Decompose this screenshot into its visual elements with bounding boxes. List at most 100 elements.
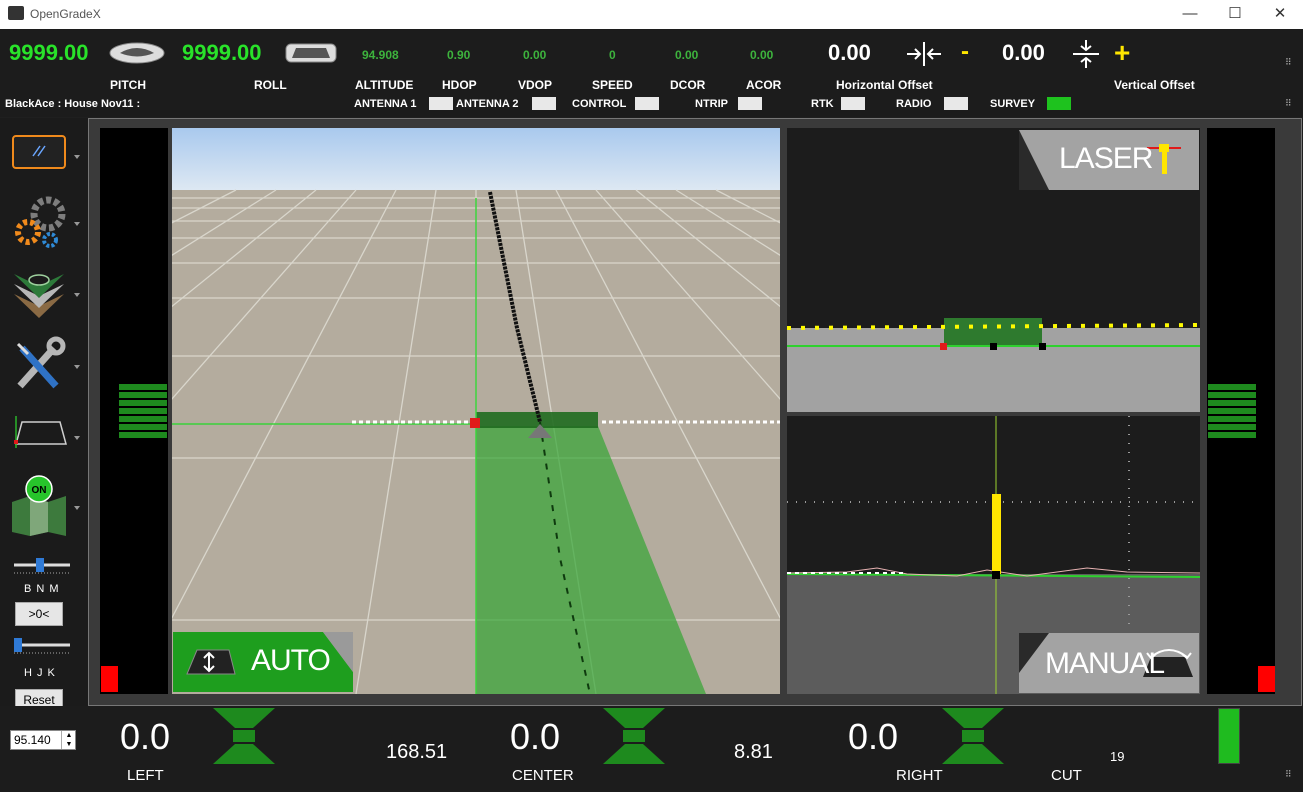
- roll-value: 9999.00: [182, 40, 262, 65]
- offset-spinbox[interactable]: 95.140 ▲ ▼: [10, 730, 76, 750]
- app-icon: [8, 6, 24, 20]
- right-level-led: [1208, 384, 1256, 390]
- acor-label: ACOR: [746, 78, 782, 92]
- vertical-center-icon[interactable]: [1071, 38, 1101, 70]
- blade-icon: [14, 416, 67, 448]
- job-name: BlackAce : House Nov11 :: [5, 98, 141, 110]
- zero-button[interactable]: >0<: [15, 602, 63, 626]
- center-grade-indicator-icon: [603, 708, 665, 764]
- speed-label: SPEED: [592, 78, 633, 92]
- window-title: OpenGradeX: [30, 7, 101, 21]
- slider1-keys: B N M: [24, 583, 60, 595]
- survey-label: SURVEY: [990, 98, 1036, 110]
- antenna2-label: ANTENNA 2: [456, 98, 519, 110]
- layers-button[interactable]: [10, 262, 68, 320]
- right-level-led: [1208, 408, 1256, 414]
- hdop-value: 0.90: [447, 48, 471, 62]
- antenna1-indicator: [429, 97, 453, 110]
- hdop-label: HDOP: [442, 78, 477, 92]
- pitch-vehicle-icon: [109, 42, 165, 64]
- ntrip-indicator: [738, 97, 762, 110]
- left-level-led: [119, 424, 167, 430]
- grip-icon: ⠿: [1285, 769, 1292, 779]
- blade-view-button[interactable]: [10, 410, 68, 468]
- left-alert-led: [101, 666, 118, 692]
- radio-label: RADIO: [896, 98, 932, 110]
- blade-marker: [476, 412, 598, 428]
- left-level-led: [119, 408, 167, 414]
- slider-1[interactable]: [14, 558, 70, 578]
- slider-2[interactable]: [14, 638, 70, 658]
- svg-text:ON: ON: [32, 485, 47, 496]
- chevron-down-icon: [74, 155, 80, 159]
- vertical-plus-button[interactable]: +: [1114, 37, 1130, 69]
- chevron-down-icon: [74, 293, 80, 297]
- manual-label: MANUAL: [1045, 647, 1165, 680]
- auto-mode-button[interactable]: AUTO: [173, 632, 353, 692]
- radio-indicator: [944, 97, 968, 110]
- 3d-field-view[interactable]: [172, 128, 780, 694]
- tools-button[interactable]: [10, 336, 68, 394]
- right-level-led: [1208, 432, 1256, 438]
- right-level-led: [1208, 392, 1256, 398]
- settings-button[interactable]: [10, 192, 68, 250]
- acor-value: 0.00: [750, 48, 774, 62]
- antenna1-label: ANTENNA 1: [354, 98, 417, 110]
- speed-value: 0: [609, 48, 616, 62]
- cut-label: CUT: [1051, 767, 1082, 784]
- roll-vehicle-icon: [285, 43, 337, 63]
- pitch-label: PITCH: [110, 78, 146, 92]
- chevron-down-icon: [74, 436, 80, 440]
- rtk-label: RTK: [811, 98, 834, 110]
- left-level-led: [119, 416, 167, 422]
- left-value: 0.0: [120, 716, 171, 757]
- minimize-button[interactable]: —: [1167, 0, 1213, 29]
- manual-mode-button[interactable]: MANUAL: [1019, 633, 1199, 693]
- maximize-button[interactable]: ☐: [1212, 0, 1258, 29]
- right-value: 0.0: [848, 716, 899, 757]
- right-level-led: [1208, 424, 1256, 430]
- laser-mode-button[interactable]: LASER: [1019, 130, 1199, 190]
- horizontal-offset-value: 0.00: [828, 40, 871, 65]
- cut-value: 19: [1110, 749, 1125, 764]
- right-grade-indicator-icon: [942, 708, 1004, 764]
- left-grade-indicator-icon: [213, 708, 275, 764]
- auto-label: AUTO: [251, 644, 331, 677]
- distance-value: 8.81: [734, 741, 773, 763]
- terrain-layers-icon: [14, 274, 64, 318]
- dcor-value: 0.00: [675, 48, 699, 62]
- horizontal-center-icon[interactable]: [905, 40, 943, 68]
- horizontal-offset-label: Horizontal Offset: [836, 78, 933, 92]
- laser-label: LASER: [1059, 142, 1153, 175]
- slider2-keys: H J K: [24, 667, 56, 679]
- spinbox-arrows-icon[interactable]: ▲ ▼: [61, 731, 76, 749]
- altitude-value: 94.908: [362, 48, 399, 62]
- left-level-led: [119, 432, 167, 438]
- right-label: RIGHT: [896, 767, 943, 784]
- left-level-led: [119, 384, 167, 390]
- map-icon: ON: [12, 475, 66, 536]
- cut-fill-bar: [1218, 708, 1240, 764]
- survey-indicator: [1047, 97, 1071, 110]
- chevron-down-icon: [74, 506, 80, 510]
- gear-icon: [15, 196, 66, 248]
- center-value: 0.0: [510, 716, 561, 757]
- control-indicator: [635, 97, 659, 110]
- map-on-button[interactable]: ON: [10, 474, 68, 536]
- vdop-value: 0.00: [523, 48, 547, 62]
- dcor-label: DCOR: [670, 78, 706, 92]
- pitch-value: 9999.00: [9, 40, 89, 65]
- title-bar: OpenGradeX — ☐ ✕: [0, 0, 1303, 29]
- close-button[interactable]: ✕: [1257, 0, 1303, 29]
- antenna2-indicator: [532, 97, 556, 110]
- roll-label: ROLL: [254, 78, 287, 92]
- spinbox-value: 95.140: [14, 733, 51, 747]
- center-label: CENTER: [512, 767, 574, 784]
- left-level-led: [119, 400, 167, 406]
- wrench-screwdriver-icon: [16, 336, 66, 389]
- vdop-label: VDOP: [518, 78, 553, 92]
- horizontal-minus-button[interactable]: -: [961, 38, 969, 66]
- surface-view-button[interactable]: [10, 130, 68, 188]
- vertical-offset-value: 0.00: [1002, 40, 1045, 65]
- grip-icon: ⠿: [1285, 98, 1292, 108]
